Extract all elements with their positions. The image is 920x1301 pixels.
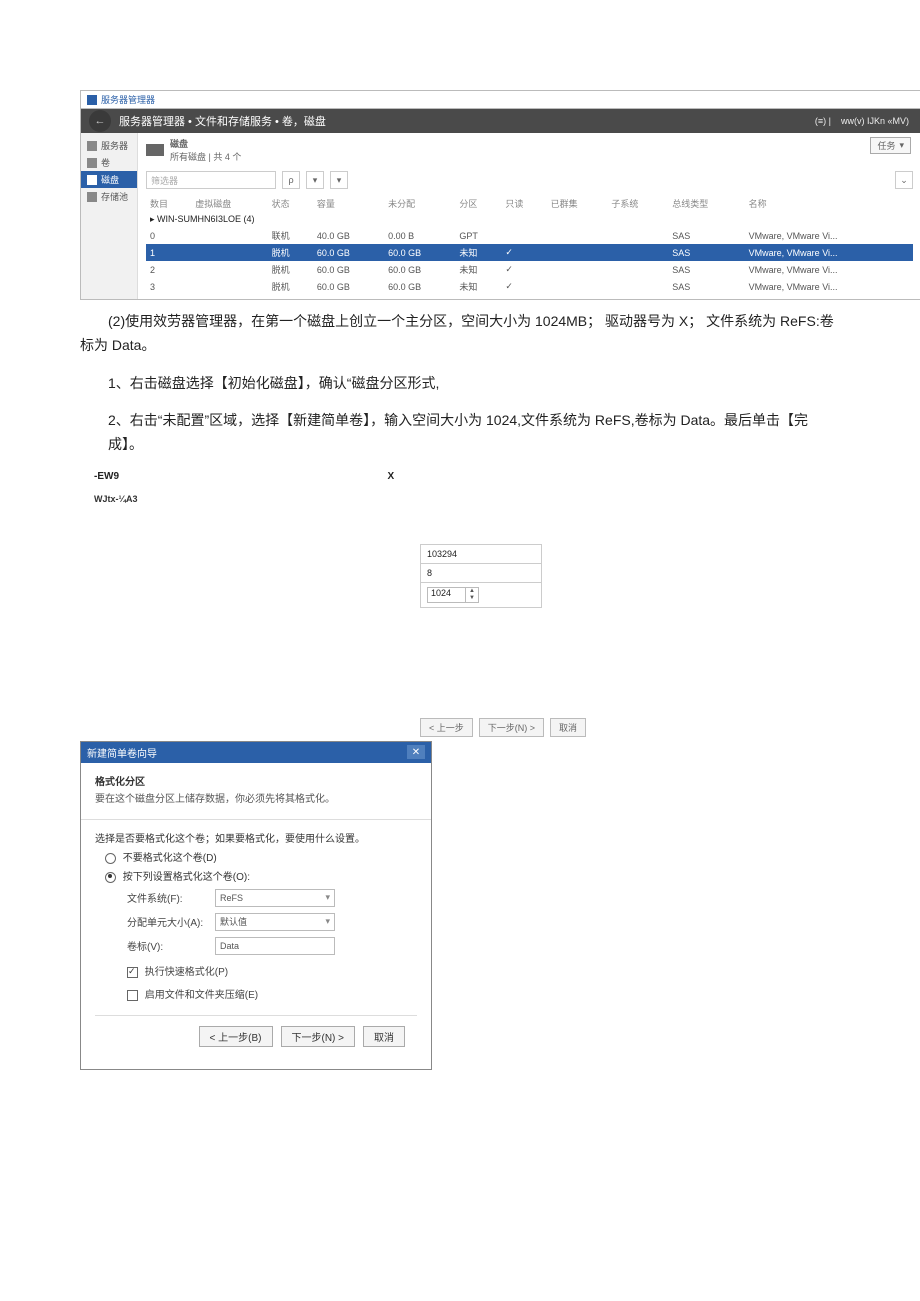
server-manager-window: 服务器管理器 ← 服务器管理器 • 文件和存储服务 • 卷，磁盘 (≡) | w… [80, 90, 920, 300]
cancel-button[interactable]: 取消 [363, 1026, 405, 1047]
table-row[interactable]: 3脱机 60.0 GB60.0 GB 未知✓ SASVMware, VMware… [146, 278, 913, 295]
menu-icon[interactable]: (≡) | [815, 116, 831, 126]
window-titlebar: 服务器管理器 [81, 91, 920, 109]
table-group-row[interactable]: ▸ WIN-SUMHN6I3LOE (4) [146, 212, 913, 227]
step-2: 2、右击“未配置”区域，选择【新建简单卷】，输入空间大小为 1024,文件系统为… [108, 409, 840, 457]
size-value-1: 103294 [427, 549, 457, 559]
back-button[interactable]: ← [89, 110, 111, 132]
wizard-heading: 格式化分区 [95, 773, 417, 788]
upper-back-button[interactable]: < 上一步 [420, 718, 473, 737]
checkbox-quick-format[interactable]: 执行快速格式化(P) [127, 963, 417, 978]
tasks-button[interactable]: 任务▾ [870, 137, 911, 154]
header-bar: ← 服务器管理器 • 文件和存储服务 • 卷，磁盘 (≡) | ww(v) IJ… [81, 109, 920, 133]
chevron-down-icon: ▾ [899, 140, 904, 151]
option-format[interactable]: 按下列设置格式化这个卷(O): [105, 868, 417, 883]
filesystem-select[interactable]: ReFS▾ [215, 889, 335, 907]
next-button[interactable]: 下一步(N) > [281, 1026, 356, 1047]
frag-label-2: WJtx-¼A3 [94, 494, 138, 504]
wizard-title: 新建简单卷向导 [87, 745, 157, 760]
sidebar-item-pools[interactable]: 存储池 [81, 188, 137, 205]
table-header-row: 数目虚拟磁盘 状态容量 未分配分区 只读已群集 子系统总线类型 名称 [146, 195, 913, 212]
app-title: 服务器管理器 [101, 93, 155, 106]
checkbox-compression[interactable]: 启用文件和文件夹压缩(E) [127, 986, 417, 1001]
disk-icon [146, 144, 164, 156]
upper-button-bar: < 上一步 下一步(N) > 取消 [420, 718, 840, 737]
new-volume-wizard: 新建简单卷向导 ✕ 格式化分区 要在这个磁盘分区上储存数据，你必须先将其格式化。… [80, 741, 432, 1070]
spinner-up-icon[interactable]: ▲ [466, 588, 478, 595]
sidebar: 服务器 卷 磁盘 存储池 [81, 133, 138, 299]
wizard-titlebar: 新建简单卷向导 ✕ [81, 742, 431, 763]
table-row[interactable]: 2脱机 60.0 GB60.0 GB 未知✓ SASVMware, VMware… [146, 261, 913, 278]
chevron-down-icon: ▾ [325, 916, 330, 927]
radio-icon [105, 872, 116, 883]
breadcrumb: 服务器管理器 • 文件和存储服务 • 卷，磁盘 [119, 113, 815, 129]
search-icon[interactable]: ρ [282, 171, 300, 189]
allocation-select[interactable]: 默认值▾ [215, 913, 335, 931]
volume-label-input[interactable]: Data [215, 937, 335, 955]
label-volume-label: 卷标(V): [127, 938, 205, 953]
table-row[interactable]: 1脱机 60.0 GB60.0 GB 未知✓ SASVMware, VMware… [146, 244, 913, 261]
spinner-down-icon[interactable]: ▼ [466, 595, 478, 602]
size-value-3: 1024 [428, 588, 465, 602]
radio-icon [105, 853, 116, 864]
size-box: 103294 8 1024 ▲▼ [420, 544, 542, 608]
sidebar-item-servers[interactable]: 服务器 [81, 137, 137, 154]
expand-icon[interactable]: ⌄ [895, 171, 913, 189]
label-filesystem: 文件系统(F): [127, 890, 205, 905]
section-subtitle: 所有磁盘 | 共 4 个 [170, 152, 241, 162]
filter-input[interactable]: 筛选器 [146, 171, 276, 189]
upper-cancel-button[interactable]: 取消 [550, 718, 586, 737]
sidebar-item-disks[interactable]: 磁盘 [81, 171, 137, 188]
close-button[interactable]: ✕ [407, 745, 425, 759]
upper-next-button[interactable]: 下一步(N) > [479, 718, 544, 737]
label-allocation: 分配单元大小(A): [127, 914, 205, 929]
wizard-subheading: 要在这个磁盘分区上储存数据，你必须先将其格式化。 [95, 790, 417, 805]
frag-x: X [388, 471, 395, 482]
filter-dropdown-1[interactable]: ▾ [306, 171, 324, 189]
checkbox-icon [127, 967, 138, 978]
frag-label-1: -EW9 [94, 471, 138, 482]
filter-dropdown-2[interactable]: ▾ [330, 171, 348, 189]
section-title: 磁盘 [170, 139, 188, 149]
wizard-prompt: 选择是否要格式化这个卷；如果要格式化，要使用什么设置。 [95, 830, 417, 845]
chevron-down-icon: ▾ [325, 892, 330, 903]
step-1: 1、右击磁盘选择【初始化磁盘】，确认“磁盘分区形式, [108, 372, 840, 396]
header-right-text: ww(v) IJKn «MV) [841, 116, 909, 126]
checkbox-icon [127, 990, 138, 1001]
option-no-format[interactable]: 不要格式化这个卷(D) [105, 849, 417, 864]
app-icon [87, 95, 97, 105]
back-button[interactable]: < 上一步(B) [199, 1026, 273, 1047]
size-value-2: 8 [427, 568, 432, 578]
sidebar-item-volumes[interactable]: 卷 [81, 154, 137, 171]
disk-table: 数目虚拟磁盘 状态容量 未分配分区 只读已群集 子系统总线类型 名称 ▸ WIN… [146, 195, 913, 295]
size-spinner[interactable]: 1024 ▲▼ [427, 587, 479, 603]
table-row[interactable]: 0联机 40.0 GB0.00 B GPT SASVMware, VMware … [146, 227, 913, 244]
paragraph-2: (2)使用效劳器管理器，在第一个磁盘上创立一个主分区，空间大小为 1024MB；… [80, 310, 840, 358]
